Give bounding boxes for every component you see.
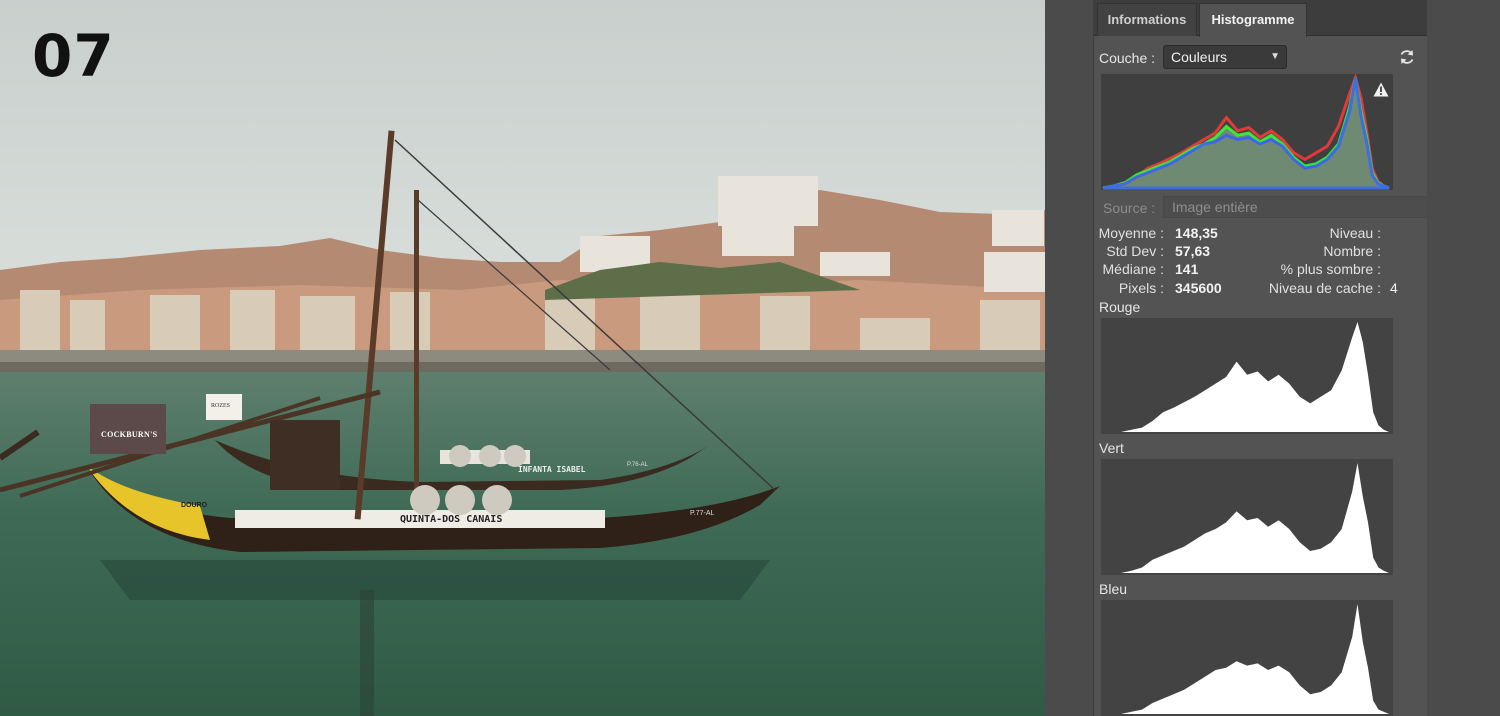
histogram-rouge: [1101, 318, 1393, 434]
stat-label-pixels: Pixels :: [1118, 280, 1164, 296]
tab-histogramme[interactable]: Histogramme: [1199, 3, 1307, 37]
stat-label-std-dev: Std Dev :: [1106, 243, 1164, 259]
warning-icon[interactable]: [1373, 82, 1389, 97]
flag-text-rozes: ROZES: [211, 403, 231, 409]
refresh-icon[interactable]: [1398, 48, 1416, 66]
histogram-vert: [1101, 459, 1393, 575]
flag-text-cockburns: COCKBURN'S: [101, 430, 158, 439]
photo-canvas: COCKBURN'S ROZES QUINTA-DOS CANAIS DOURO…: [0, 0, 1045, 716]
channel-label-vert: Vert: [1099, 440, 1124, 456]
source-select: Image entière: [1163, 196, 1428, 218]
step-number: 07: [32, 22, 115, 90]
boat-bow-douro: DOURO: [181, 502, 208, 509]
chevron-down-icon: ▼: [1270, 51, 1280, 62]
stat-value-std-dev: 57,63: [1175, 243, 1211, 259]
histogram-area-vert: [1121, 463, 1389, 573]
stat-label-niveau: Niveau :: [1329, 225, 1381, 241]
histogram-bleu: [1101, 600, 1393, 716]
river-photo: [0, 0, 1045, 716]
composite-histogram: [1101, 74, 1393, 190]
stat-value-moyenne: 148,35: [1175, 225, 1218, 241]
histogram-area-bleu: [1121, 604, 1389, 714]
workspace-gap-right: [1427, 0, 1500, 716]
boat-reg-back: P.76-AL: [627, 462, 648, 468]
stat-label-mediane: Médiane :: [1102, 261, 1164, 277]
panel-tab-bar: Informations Histogramme: [1094, 0, 1428, 37]
channel-label-rouge: Rouge: [1099, 299, 1141, 315]
histogram-area-rouge: [1121, 322, 1389, 432]
channel-select[interactable]: Couleurs ▼: [1163, 45, 1287, 69]
boat-reg-front: P.77-AL: [690, 510, 715, 517]
channel-select-value: Couleurs: [1171, 49, 1228, 65]
boat-name-infanta: INFANTA ISABEL: [518, 465, 586, 474]
stat-value-niveau-cache: 4: [1390, 280, 1398, 296]
stat-value-pixels: 345600: [1175, 280, 1222, 296]
tab-informations[interactable]: Informations: [1097, 3, 1197, 36]
stat-value-mediane: 141: [1175, 261, 1199, 277]
stat-label-moyenne: Moyenne :: [1098, 225, 1164, 241]
boat-name-quinta: QUINTA-DOS CANAIS: [400, 514, 503, 525]
source-label: Source :: [1103, 200, 1156, 216]
workspace-gap: [1045, 0, 1093, 716]
channel-label-bleu: Bleu: [1099, 581, 1128, 597]
channel-label: Couche :: [1099, 50, 1156, 66]
stat-label-plus-sombre: % plus sombre :: [1280, 261, 1381, 277]
histogram-panel: Informations Histogramme Couche : Couleu…: [1093, 0, 1428, 716]
stat-label-niveau-cache: Niveau de cache :: [1268, 280, 1381, 296]
stat-label-nombre: Nombre :: [1323, 243, 1381, 259]
